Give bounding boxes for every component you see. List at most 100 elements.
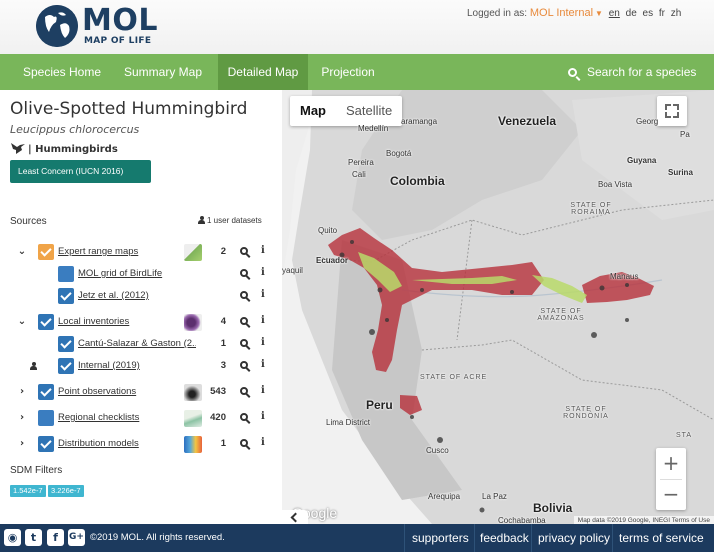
jetz-label[interactable]: Jetz et al. (2012): [78, 290, 178, 301]
species-scientific-name: Leucippus chlorocercus: [10, 123, 140, 136]
search-icon[interactable]: [240, 317, 251, 328]
iucn-status-badge[interactable]: Least Concern (IUCN 2016): [10, 160, 151, 183]
info-icon[interactable]: i: [261, 359, 265, 370]
mol-grid-label[interactable]: MOL grid of BirdLife: [78, 268, 178, 279]
info-icon[interactable]: i: [261, 245, 265, 256]
expert-range-maps-checkbox[interactable]: [38, 244, 54, 260]
source-row-regional-checklists: › Regional checklists 420 i: [0, 408, 282, 430]
search-icon[interactable]: [240, 291, 251, 302]
info-icon[interactable]: i: [261, 315, 265, 326]
map-label-boa-vista: Boa Vista: [598, 180, 633, 189]
info-icon[interactable]: i: [261, 267, 265, 278]
info-icon[interactable]: i: [261, 437, 265, 448]
internal-checkbox[interactable]: [58, 358, 74, 374]
user-menu[interactable]: MOL Internal: [530, 7, 593, 19]
distribution-models-label[interactable]: Distribution models: [58, 438, 178, 449]
local-inventories-checkbox[interactable]: [38, 314, 54, 330]
lang-fr[interactable]: fr: [659, 8, 665, 19]
point-observations-checkbox[interactable]: [38, 384, 54, 400]
nav-species-home[interactable]: Species Home: [10, 54, 114, 90]
github-icon[interactable]: ◉: [4, 529, 21, 546]
info-icon[interactable]: i: [261, 411, 265, 422]
map-label-guyana: Guyana: [627, 156, 657, 165]
sdm-filter-chip[interactable]: 1.542e-7: [10, 485, 46, 497]
footer-link-terms[interactable]: terms of service: [619, 531, 704, 545]
map-label-manaus: Manaus: [610, 272, 639, 281]
point-observations-label[interactable]: Point observations: [58, 386, 178, 397]
sdm-filter-chip[interactable]: 3.226e-7: [48, 485, 84, 497]
expert-range-maps-count: 2: [220, 246, 226, 257]
facebook-icon[interactable]: f: [47, 529, 64, 546]
map-view[interactable]: Map Satellite Venezuela Colombia Peru Bo…: [282, 90, 714, 524]
map-label-venezuela: Venezuela: [498, 114, 557, 128]
logo-text: MOL: [82, 3, 158, 38]
distribution-models-checkbox[interactable]: [38, 436, 54, 452]
footer-link-supporters[interactable]: supporters: [412, 531, 469, 545]
info-icon[interactable]: i: [261, 337, 265, 348]
map-label-georgetown: Georg: [636, 117, 659, 126]
expert-range-maps-label[interactable]: Expert range maps: [58, 246, 178, 257]
search-icon[interactable]: [240, 269, 251, 280]
jetz-checkbox[interactable]: [58, 288, 74, 304]
inventory-thumbnail: [184, 314, 202, 331]
search-icon[interactable]: [240, 339, 251, 350]
mol-logo[interactable]: MOL MAP OF LIFE: [36, 3, 158, 49]
zoom-out-button[interactable]: −: [656, 479, 686, 510]
lang-de[interactable]: de: [626, 8, 637, 19]
search-icon[interactable]: [240, 361, 251, 372]
info-icon[interactable]: i: [261, 289, 265, 300]
search-icon[interactable]: [240, 439, 251, 450]
source-row-local-inventories: ⌄ Local inventories 4 i: [0, 312, 282, 334]
chevron-down-icon[interactable]: ⌄: [17, 247, 27, 257]
source-row-distribution-models: › Distribution models 1 i: [0, 434, 282, 456]
chevron-right-icon[interactable]: ›: [17, 413, 27, 423]
google-plus-icon[interactable]: G+: [68, 529, 85, 546]
cantu-salazar-label[interactable]: Cantú-Salazar & Gaston (2...: [78, 338, 196, 349]
local-inventories-label[interactable]: Local inventories: [58, 316, 178, 327]
regional-checklists-checkbox[interactable]: [38, 410, 54, 426]
footer-link-privacy[interactable]: privacy policy: [538, 531, 610, 545]
chevron-right-icon[interactable]: ›: [17, 439, 27, 449]
nav-projection[interactable]: Projection: [310, 54, 386, 90]
fullscreen-button[interactable]: [657, 96, 687, 126]
map-label-suriname: Surina: [668, 168, 693, 177]
collapse-panel-button[interactable]: [282, 510, 308, 524]
twitter-icon[interactable]: t: [25, 529, 42, 546]
login-status: Logged in as: MOL Internal ▼ en de es fr …: [467, 7, 681, 19]
user-icon: [198, 216, 205, 224]
map-label-pereira: Pereira: [348, 158, 374, 167]
species-search[interactable]: Search for a species: [568, 54, 696, 90]
caret-down-icon[interactable]: ▼: [595, 9, 603, 18]
lang-es[interactable]: es: [643, 8, 654, 19]
map-attribution[interactable]: Map data ©2019 Google, INEGI Terms of Us…: [573, 516, 714, 524]
nav-summary-map[interactable]: Summary Map: [114, 54, 212, 90]
zoom-in-button[interactable]: +: [656, 448, 686, 479]
user-datasets-count[interactable]: 1 user datasets: [198, 216, 262, 225]
main-nav: Species Home Summary Map Detailed Map Pr…: [0, 54, 714, 90]
model-thumbnail: [184, 436, 202, 453]
map-label-lima: Lima District: [326, 418, 371, 427]
chevron-right-icon[interactable]: ›: [17, 387, 27, 397]
regional-checklists-label[interactable]: Regional checklists: [58, 412, 178, 423]
cantu-salazar-checkbox[interactable]: [58, 336, 74, 352]
lang-en[interactable]: en: [609, 8, 620, 19]
map-label-maracaibo: aramanga: [401, 117, 438, 126]
source-row-mol-grid: MOL grid of BirdLife i: [0, 264, 282, 286]
zoom-control: + −: [656, 448, 686, 510]
search-icon[interactable]: [240, 387, 251, 398]
chevron-down-icon[interactable]: ⌄: [17, 317, 27, 327]
mol-grid-checkbox[interactable]: [58, 266, 74, 282]
map-type-satellite-button[interactable]: Satellite: [336, 96, 402, 126]
search-icon[interactable]: [240, 413, 251, 424]
sdm-filters-heading: SDM Filters: [10, 465, 63, 476]
species-common-name: Olive-Spotted Hummingbird: [10, 99, 248, 119]
lang-zh[interactable]: zh: [671, 8, 682, 19]
footer-link-feedback[interactable]: feedback: [480, 531, 529, 545]
nav-detailed-map[interactable]: Detailed Map: [218, 54, 308, 90]
map-type-map-button[interactable]: Map: [290, 96, 336, 126]
fullscreen-icon: [673, 112, 679, 118]
search-icon[interactable]: [240, 247, 251, 258]
info-icon[interactable]: i: [261, 385, 265, 396]
map-label-acre: STATE OF ACRE: [420, 374, 488, 381]
internal-label[interactable]: Internal (2019): [78, 360, 178, 371]
